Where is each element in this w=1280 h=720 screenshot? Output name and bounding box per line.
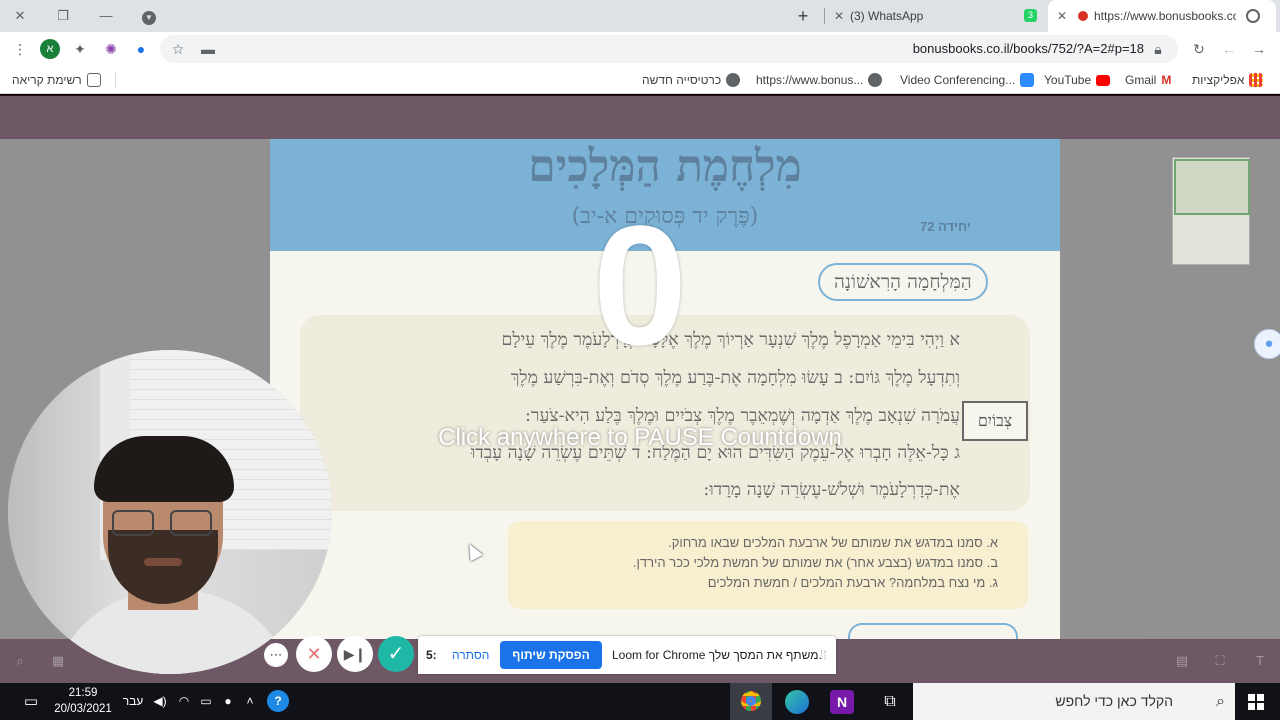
pause-recording-icon[interactable]: ▶︎❙ bbox=[337, 636, 373, 672]
webcam-mouth bbox=[144, 558, 182, 566]
tab-label: https://www.bonusbooks.co.il bbox=[1094, 9, 1236, 23]
more-options-icon[interactable]: ⋯ bbox=[264, 643, 288, 667]
lock-icon[interactable]: 🔒︎ bbox=[1148, 39, 1168, 59]
bookmark-bonus[interactable]: https://www.bonus... bbox=[756, 71, 883, 89]
chrome-taskbar-icon[interactable] bbox=[730, 683, 772, 720]
new-tab-button[interactable]: + bbox=[794, 5, 812, 27]
reading-list-label: רשימת קריאה bbox=[12, 73, 82, 87]
volume-icon[interactable]: ◀︎) bbox=[150, 683, 170, 720]
close-tab-icon[interactable]: ✕ bbox=[1057, 0, 1067, 32]
reading-list-icon bbox=[86, 73, 101, 87]
globe-icon bbox=[868, 73, 883, 87]
tab-label: (3) WhatsApp bbox=[850, 9, 924, 23]
webcam-glasses-right bbox=[170, 510, 212, 536]
bookmark-star-icon[interactable]: ☆ bbox=[168, 39, 188, 59]
loom-sharing-message: Loom for Chrome משתף את המסך שלך. bbox=[612, 648, 822, 662]
address-bar[interactable]: ☆ ▬ bonusbooks.co.il/books/752/?A=2#p=18… bbox=[160, 35, 1178, 63]
windows-start-icon[interactable] bbox=[1248, 694, 1264, 710]
countdown-message[interactable]: Click anywhere to PAUSE Countdown bbox=[340, 424, 940, 452]
finish-recording-icon[interactable]: ✓ bbox=[378, 636, 414, 672]
cancel-recording-icon[interactable]: ✕ bbox=[296, 636, 332, 672]
apps-grid-icon bbox=[1249, 73, 1264, 87]
notifications-icon[interactable]: ▭ bbox=[20, 683, 42, 720]
loom-share-bar: 5: הסתרה הפסקת שיתוף Loom for Chrome משת… bbox=[418, 636, 836, 674]
recording-icon bbox=[1078, 11, 1088, 21]
search-placeholder: הקלד כאן כדי לחפש bbox=[1055, 693, 1173, 709]
webcam-bubble[interactable] bbox=[8, 350, 332, 674]
close-tab-icon[interactable]: ✕ bbox=[834, 0, 844, 32]
language-indicator[interactable]: עבר bbox=[120, 683, 146, 720]
minimize-window-icon[interactable]: — bbox=[95, 6, 117, 26]
wifi-icon[interactable]: ◠ bbox=[174, 683, 194, 720]
tab-whatsapp[interactable]: ✕ (3) WhatsApp 3 bbox=[830, 0, 1042, 32]
system-clock[interactable]: 21:59 20/03/2021 bbox=[48, 685, 118, 717]
bookmarks-bar: רשימת קריאה כרטיסייה חדשה https://www.bo… bbox=[0, 66, 1280, 94]
url-text[interactable]: bonusbooks.co.il/books/752/?A=2#p=18 bbox=[913, 35, 1144, 63]
search-icon: ⌕ bbox=[1216, 693, 1225, 710]
microphone-icon[interactable]: ● bbox=[218, 683, 238, 720]
browser-toolbar: ⋮ א ✦ ✺ ● ☆ ▬ bonusbooks.co.il/books/752… bbox=[0, 32, 1280, 66]
back-icon[interactable]: → bbox=[1249, 39, 1269, 59]
forward-icon[interactable]: ← bbox=[1219, 39, 1239, 59]
loom-hide-link[interactable]: הסתרה bbox=[452, 636, 489, 674]
battery-icon[interactable]: ▭ bbox=[196, 683, 216, 720]
windows-taskbar: ▭ 21:59 20/03/2021 עבר ◀︎) ◠ ▭ ● ˄ ? N ⧉… bbox=[0, 683, 1280, 720]
profile-avatar[interactable]: א bbox=[40, 39, 60, 59]
tab-separator bbox=[824, 8, 825, 24]
bookmark-new-tab[interactable]: כרטיסייה חדשה bbox=[642, 71, 741, 89]
bookmark-label: אפליקציות bbox=[1192, 73, 1245, 87]
restore-window-icon[interactable]: ❐ bbox=[52, 6, 74, 26]
extensions-puzzle-icon[interactable]: ✦ bbox=[70, 39, 90, 59]
clock-date: 20/03/2021 bbox=[54, 703, 112, 715]
bookmark-label: Video Conferencing... bbox=[900, 73, 1016, 87]
whatsapp-icon: 3 bbox=[1024, 9, 1037, 22]
countdown-digit: 0 bbox=[592, 191, 688, 381]
cast-icon[interactable]: ▬ bbox=[198, 39, 218, 59]
bookmarks-divider bbox=[115, 72, 116, 88]
screen: ✕ ❐ — ▼ + ✕ (3) WhatsApp 3 ✕ https://www… bbox=[0, 0, 1280, 720]
reload-icon[interactable]: ↻ bbox=[1189, 39, 1209, 59]
bookmark-label: Gmail bbox=[1125, 73, 1157, 87]
bookmark-label: כרטיסייה חדשה bbox=[642, 73, 722, 87]
reading-list-button[interactable]: רשימת קריאה bbox=[12, 71, 101, 89]
task-view-icon[interactable]: ⧉ bbox=[878, 683, 902, 720]
onenote-taskbar-icon[interactable]: N bbox=[830, 690, 854, 714]
youtube-icon bbox=[1096, 74, 1111, 86]
webcam-glasses-left bbox=[112, 510, 154, 536]
webcam-hair bbox=[94, 436, 234, 502]
edge-taskbar-icon[interactable] bbox=[785, 690, 809, 714]
tab-bonusbooks[interactable]: ✕ https://www.bonusbooks.co.il bbox=[1048, 0, 1276, 32]
clock-time: 21:59 bbox=[68, 687, 98, 699]
tab-search-icon[interactable]: ▼ bbox=[138, 6, 160, 26]
drag-handle-icon[interactable]: ⁞⁞ bbox=[820, 636, 827, 674]
windows-search-box[interactable]: הקלד כאן כדי לחפש ⌕ bbox=[913, 683, 1235, 720]
globe-icon bbox=[726, 73, 741, 87]
bookmark-video-conferencing[interactable]: Video Conferencing... bbox=[900, 71, 1035, 89]
gmail-icon: M bbox=[1161, 73, 1172, 87]
globe-icon bbox=[1246, 9, 1260, 23]
bookmark-youtube[interactable]: YouTube bbox=[1044, 71, 1111, 89]
show-hidden-icons-icon[interactable]: ˄ bbox=[240, 683, 260, 720]
browser-tab-strip: ✕ ❐ — ▼ + ✕ (3) WhatsApp 3 ✕ https://www… bbox=[0, 0, 1280, 32]
bookmark-gmail[interactable]: Gmail M bbox=[1125, 71, 1171, 89]
extension-flower-icon[interactable]: ✺ bbox=[101, 39, 121, 59]
menu-kebab-icon[interactable]: ⋮ bbox=[10, 39, 30, 59]
bookmark-apps[interactable]: אפליקציות bbox=[1192, 71, 1264, 89]
stop-sharing-button[interactable]: הפסקת שיתוף bbox=[500, 641, 602, 669]
extension-mic-icon[interactable]: ● bbox=[131, 39, 151, 59]
bookmark-label: https://www.bonus... bbox=[756, 73, 864, 87]
close-window-icon[interactable]: ✕ bbox=[9, 6, 31, 26]
loom-timer: 5: bbox=[426, 648, 437, 662]
zoom-icon bbox=[1020, 73, 1035, 87]
bookmark-label: YouTube bbox=[1044, 73, 1092, 87]
help-icon[interactable]: ? bbox=[266, 683, 290, 720]
